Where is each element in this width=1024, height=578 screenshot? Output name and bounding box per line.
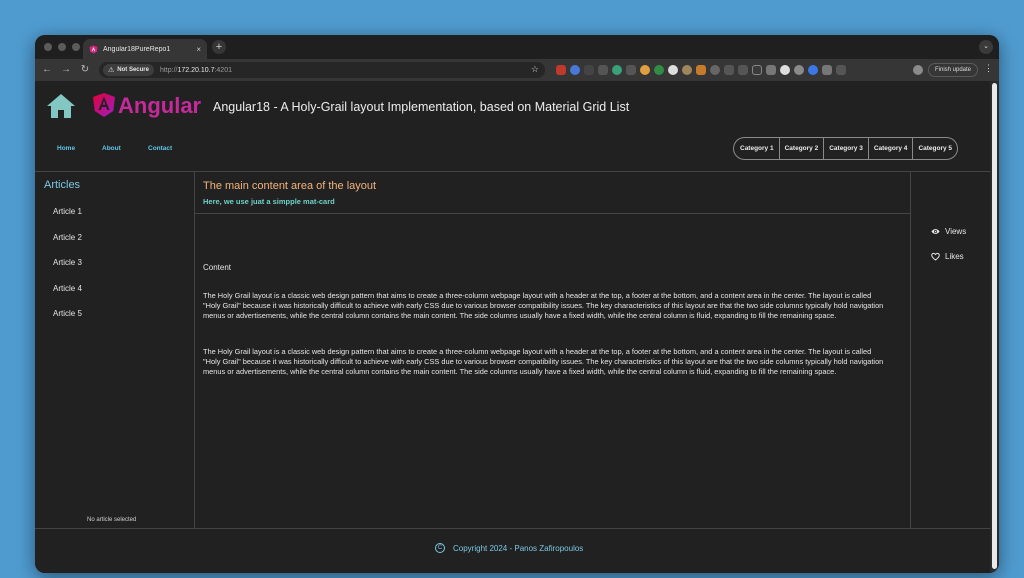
category-button-1[interactable]: Category 1 bbox=[734, 138, 779, 159]
browser-menu-icon[interactable]: ⋮ bbox=[984, 63, 993, 74]
tab-search-chevron-icon[interactable]: ⌄ bbox=[979, 40, 993, 54]
heart-outline-icon bbox=[931, 252, 940, 261]
browser-window: Angular18PureRepo1 × + ⌄ ← → ↻ ⚠ Not Sec… bbox=[35, 35, 999, 573]
maximize-window-dot[interactable] bbox=[72, 43, 80, 51]
extensions-bar bbox=[556, 65, 846, 75]
reload-icon[interactable]: ↻ bbox=[78, 63, 92, 77]
security-chip[interactable]: ⚠ Not Secure bbox=[103, 64, 154, 76]
card-header-divider bbox=[194, 213, 910, 214]
nav-link-about[interactable]: About bbox=[102, 145, 121, 152]
likes-button[interactable]: Likes bbox=[931, 252, 964, 261]
back-arrow-icon[interactable]: ← bbox=[40, 63, 54, 77]
browser-tab[interactable]: Angular18PureRepo1 × bbox=[83, 39, 207, 59]
url-port: :4201 bbox=[214, 66, 232, 74]
security-label: Not Secure bbox=[117, 67, 149, 73]
extension-icon[interactable] bbox=[780, 65, 790, 75]
vertical-scrollbar[interactable] bbox=[990, 81, 999, 573]
url-scheme: http:// bbox=[159, 66, 178, 74]
extension-icon[interactable] bbox=[724, 65, 734, 75]
angular-logo-icon bbox=[93, 93, 115, 117]
extension-icon[interactable] bbox=[654, 65, 664, 75]
views-button[interactable]: Views bbox=[931, 227, 966, 236]
angular-wordmark: Angular bbox=[118, 93, 202, 118]
app-header: Angular Angular18 - A Holy-Grail layout … bbox=[35, 81, 990, 125]
article-link-4[interactable]: Article 4 bbox=[53, 284, 82, 293]
bookmark-star-icon[interactable]: ☆ bbox=[531, 64, 539, 75]
eye-icon bbox=[931, 229, 940, 234]
tab-close-icon[interactable]: × bbox=[196, 45, 201, 54]
forward-arrow-icon[interactable]: → bbox=[59, 63, 73, 77]
window-controls[interactable] bbox=[44, 43, 80, 51]
tab-strip: Angular18PureRepo1 × + ⌄ bbox=[35, 35, 999, 59]
left-column-divider bbox=[194, 171, 195, 528]
extensions-puzzle-icon[interactable] bbox=[822, 65, 832, 75]
copyright-text: Copyright 2024 - Panos Zafiropoulos bbox=[453, 543, 584, 553]
header-divider bbox=[35, 171, 990, 172]
extension-icon[interactable] bbox=[794, 65, 804, 75]
articles-heading: Articles bbox=[44, 179, 81, 191]
article-link-2[interactable]: Article 2 bbox=[53, 233, 82, 242]
url-host: 172.20.10.7 bbox=[177, 66, 215, 74]
extension-icon[interactable] bbox=[682, 65, 692, 75]
extension-icon[interactable] bbox=[738, 65, 748, 75]
content-label: Content bbox=[203, 263, 232, 272]
category-button-4[interactable]: Category 4 bbox=[867, 138, 913, 159]
extension-icon[interactable] bbox=[710, 65, 720, 75]
extension-icon[interactable] bbox=[584, 65, 594, 75]
app-title: Angular18 - A Holy-Grail layout Implemen… bbox=[213, 100, 630, 114]
nav-link-home[interactable]: Home bbox=[57, 145, 75, 152]
article-selection-status: No article selected bbox=[87, 517, 137, 523]
content-paragraph-2: The Holy Grail layout is a classic web d… bbox=[203, 347, 884, 376]
content-paragraph-1: The Holy Grail layout is a classic web d… bbox=[203, 291, 884, 320]
extension-icon[interactable] bbox=[626, 65, 636, 75]
address-bar[interactable]: ⚠ Not Secure http://172.20.10.7:4201 ☆ bbox=[99, 62, 545, 78]
url-text[interactable]: http://172.20.10.7:4201 bbox=[160, 67, 232, 74]
finish-update-button[interactable]: Finish update bbox=[928, 63, 979, 77]
nav-link-contact[interactable]: Contact bbox=[148, 145, 172, 152]
main-content-title: The main content area of the layout bbox=[203, 180, 377, 192]
article-link-5[interactable]: Article 5 bbox=[53, 309, 82, 318]
likes-label: Likes bbox=[945, 252, 964, 261]
category-button-5[interactable]: Category 5 bbox=[912, 138, 957, 159]
app-footer: C Copyright 2024 - Panos Zafiropoulos bbox=[35, 528, 990, 573]
page-viewport: Angular Angular18 - A Holy-Grail layout … bbox=[35, 81, 990, 573]
side-panel-icon[interactable] bbox=[836, 65, 846, 75]
new-tab-button[interactable]: + bbox=[212, 40, 226, 54]
extension-icon[interactable] bbox=[598, 65, 608, 75]
article-link-3[interactable]: Article 3 bbox=[53, 258, 82, 267]
angular-favicon-icon bbox=[89, 44, 98, 54]
tab-title: Angular18PureRepo1 bbox=[103, 45, 171, 53]
extension-icon[interactable] bbox=[808, 65, 818, 75]
scrollbar-thumb[interactable] bbox=[992, 83, 997, 569]
extension-icon[interactable] bbox=[696, 65, 706, 75]
close-window-dot[interactable] bbox=[44, 43, 52, 51]
github-icon[interactable] bbox=[668, 65, 678, 75]
category-button-3[interactable]: Category 3 bbox=[823, 138, 868, 159]
category-button-2[interactable]: Category 2 bbox=[778, 138, 824, 159]
warning-triangle-icon: ⚠ bbox=[108, 67, 115, 74]
top-navbar: Home About Contact Category 1 Category 2… bbox=[35, 136, 990, 162]
browser-toolbar: ← → ↻ ⚠ Not Secure http://172.20.10.7:42… bbox=[35, 59, 999, 81]
article-link-1[interactable]: Article 1 bbox=[53, 207, 82, 216]
home-icon[interactable] bbox=[46, 93, 76, 119]
right-column-divider bbox=[910, 171, 911, 528]
minimize-window-dot[interactable] bbox=[58, 43, 66, 51]
views-label: Views bbox=[945, 227, 967, 236]
category-button-group: Category 1 Category 2 Category 3 Categor… bbox=[733, 137, 959, 160]
extension-icon[interactable] bbox=[640, 65, 650, 75]
footer-copyright: C Copyright 2024 - Panos Zafiropoulos bbox=[435, 543, 583, 553]
extension-icon[interactable] bbox=[556, 65, 566, 75]
extension-icon[interactable] bbox=[612, 65, 622, 75]
profile-avatar[interactable] bbox=[913, 65, 923, 75]
extension-icon[interactable] bbox=[570, 65, 580, 75]
extension-icon[interactable] bbox=[766, 65, 776, 75]
copyright-icon: C bbox=[435, 543, 445, 553]
extension-icon[interactable] bbox=[752, 65, 762, 75]
main-content-subtitle: Here, we use juat a simpple mat-card bbox=[203, 197, 335, 206]
